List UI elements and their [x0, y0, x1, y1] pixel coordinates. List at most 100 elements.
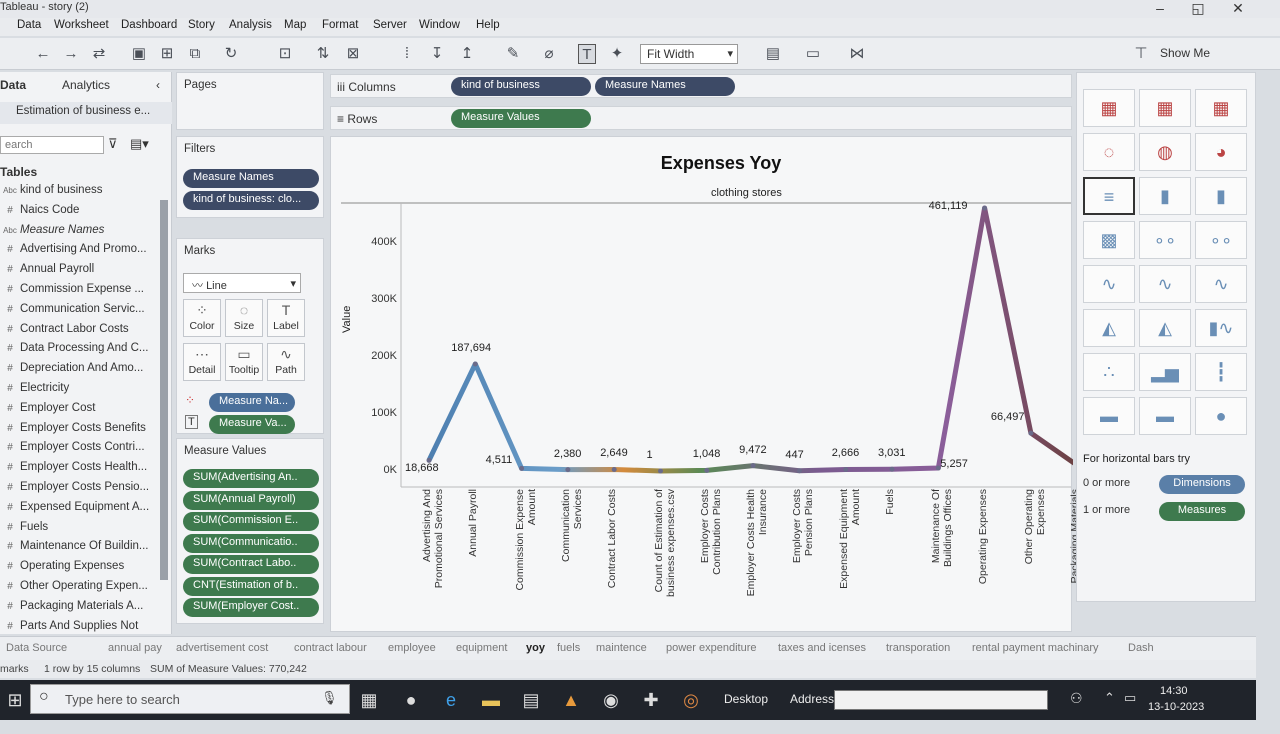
edge-icon[interactable]: e	[436, 686, 466, 714]
measure-value-pill[interactable]: SUM(Annual Payroll)	[183, 490, 319, 510]
sheet-tab[interactable]: taxes and icenses	[778, 642, 866, 654]
sort-desc-icon[interactable]: ↥	[458, 44, 476, 64]
menu-window[interactable]: Window	[419, 19, 460, 31]
menu-server[interactable]: Server	[373, 19, 407, 31]
field-item[interactable]: # Communication Servic...	[0, 303, 158, 322]
field-item[interactable]: # Fuels	[0, 521, 158, 540]
data-point[interactable]	[982, 205, 988, 211]
rows-pill-measure-values[interactable]: Measure Values	[451, 109, 591, 128]
menu-analysis[interactable]: Analysis	[229, 19, 272, 31]
pin-pane-icon[interactable]: ⊤	[1132, 44, 1150, 64]
presentation-icon[interactable]: ▭	[804, 44, 822, 64]
attach-icon[interactable]: ⌀	[540, 44, 558, 64]
data-point[interactable]	[658, 468, 663, 474]
show-me-highlight-table-icon[interactable]: ▦	[1195, 89, 1247, 127]
search-input[interactable]: earch	[0, 136, 104, 154]
scrollbar[interactable]	[160, 200, 168, 580]
columns-pill-measure-names[interactable]: Measure Names	[595, 77, 735, 96]
windows-start-icon[interactable]: ⊞	[0, 686, 30, 714]
filter-pill-kind-of-business[interactable]: kind of business: clo...	[183, 191, 319, 210]
field-item[interactable]: # Employer Costs Contri...	[0, 441, 158, 460]
measure-value-pill[interactable]: SUM(Employer Cost..	[183, 598, 319, 617]
forward-icon[interactable]: →	[62, 44, 80, 64]
marks-path-button[interactable]: ∿ Path	[267, 343, 305, 381]
filter-pill-measure-names[interactable]: Measure Names	[183, 169, 319, 188]
show-me-gantt-icon[interactable]: ▬	[1083, 397, 1135, 435]
field-item[interactable]: Abc kind of business	[0, 184, 158, 203]
close-button[interactable]: ✕	[1218, 0, 1258, 18]
sheet-tab[interactable]: yoy	[526, 642, 545, 654]
field-item[interactable]: # Other Operating Expen...	[0, 580, 158, 599]
show-me-horizontal-bars-icon[interactable]: ≡	[1083, 177, 1135, 215]
data-point[interactable]	[519, 465, 525, 471]
view-options-icon[interactable]: ▤▾	[130, 136, 149, 152]
sheet-tab[interactable]: equipment	[456, 642, 507, 654]
data-point[interactable]	[889, 466, 895, 472]
measure-value-pill[interactable]: SUM(Advertising An..	[183, 469, 319, 488]
field-item[interactable]: # Expensed Equipment A...	[0, 501, 158, 520]
clear-icon[interactable]: ⊠	[344, 44, 362, 64]
pages-card[interactable]: Pages	[176, 72, 324, 130]
store-icon[interactable]: ▦	[354, 686, 384, 714]
data-source-item[interactable]: Estimation of business e...	[0, 102, 172, 124]
show-me-text-table-icon[interactable]: ▦	[1083, 89, 1135, 127]
sort-asc-icon[interactable]: ↧	[428, 44, 446, 64]
tab-analytics[interactable]: Analytics	[62, 78, 110, 92]
field-item[interactable]: # Packaging Materials A...	[0, 600, 158, 619]
restore-button[interactable]: ◱	[1178, 0, 1218, 18]
chart-icon[interactable]: ⊡	[276, 44, 294, 64]
sheet-tab[interactable]: advertisement cost	[176, 642, 268, 654]
field-item[interactable]: # Commission Expense ...	[0, 283, 158, 302]
show-me-bullet-graph-icon[interactable]: ▬	[1139, 397, 1191, 435]
data-point[interactable]	[750, 463, 756, 469]
marks-size-button[interactable]: ◌ Size	[225, 299, 263, 337]
sheet-tab[interactable]: Data Source	[6, 642, 67, 654]
menu-map[interactable]: Map	[284, 19, 306, 31]
measure-value-pill[interactable]: SUM(Communicatio..	[183, 533, 319, 553]
mic-icon[interactable]: 🎙	[321, 690, 338, 706]
data-point[interactable]	[1028, 430, 1034, 436]
swap-icon[interactable]: ⇅	[314, 44, 332, 64]
marks-detail-button[interactable]: ⋯ Detail	[183, 343, 221, 381]
sheet-tab[interactable]: transporation	[886, 642, 950, 654]
field-item[interactable]: # Naics Code	[0, 204, 158, 223]
field-item[interactable]: # Data Processing And C...	[0, 342, 158, 361]
show-me-scatter-plot-icon[interactable]: ∴	[1083, 353, 1135, 391]
show-me-treemap-icon[interactable]: ▩	[1083, 221, 1135, 259]
pin-icon[interactable]: ✦	[608, 44, 626, 64]
show-me-pie-chart-icon[interactable]: ◕	[1195, 133, 1247, 171]
marks-color-button[interactable]: ⁘ Color	[183, 299, 221, 337]
field-item[interactable]: Abc Measure Names	[0, 224, 158, 243]
tab-data[interactable]: Data	[0, 78, 26, 92]
menu-data[interactable]: Data	[17, 19, 41, 31]
vlc-icon[interactable]: ▲	[556, 686, 586, 714]
measure-value-pill[interactable]: SUM(Contract Labo..	[183, 555, 319, 574]
app2-icon[interactable]: ◉	[596, 686, 626, 714]
save-icon[interactable]: ▣	[130, 44, 148, 64]
measure-value-pill[interactable]: CNT(Estimation of b..	[183, 576, 319, 596]
mark-pill-measure-names[interactable]: Measure Na...	[209, 393, 295, 412]
show-me-stacked-bars-icon[interactable]: ▮	[1139, 177, 1191, 215]
menu-story[interactable]: Story	[188, 19, 215, 31]
sheet-tab[interactable]: Dash	[1128, 642, 1154, 654]
show-me-histogram-icon[interactable]: ▂▅	[1139, 353, 1191, 391]
show-me-area-discrete-icon[interactable]: ◭	[1139, 309, 1191, 347]
field-item[interactable]: # Maintenance Of Buildin...	[0, 540, 158, 559]
show-me-side-by-side-circles-icon[interactable]: ∘∘	[1195, 221, 1247, 259]
show-me-button[interactable]: Show Me	[1160, 46, 1210, 60]
marks-label-button[interactable]: T Label	[267, 299, 305, 337]
show-me-line-continuous-icon[interactable]: ∿	[1083, 265, 1135, 303]
sheet-tab[interactable]: fuels	[557, 642, 580, 654]
show-cards-icon[interactable]: ▤	[764, 44, 782, 64]
show-me-line-discrete-icon[interactable]: ∿	[1139, 265, 1191, 303]
show-me-dual-lines-icon[interactable]: ∿	[1195, 265, 1247, 303]
sheet-tab[interactable]: rental payment machinary	[972, 642, 1099, 654]
field-item[interactable]: # Employer Costs Health...	[0, 461, 158, 480]
filters-card[interactable]: Filters Measure Names kind of business: …	[176, 136, 324, 218]
people-icon[interactable]: ⚇	[1070, 690, 1083, 707]
share-icon[interactable]: ⋈	[848, 44, 866, 64]
paint-icon[interactable]: ●	[396, 686, 426, 714]
menu-format[interactable]: Format	[322, 19, 358, 31]
field-item[interactable]: # Operating Expenses	[0, 560, 158, 579]
mark-type-select[interactable]: 〰 Line ▾	[183, 273, 301, 293]
